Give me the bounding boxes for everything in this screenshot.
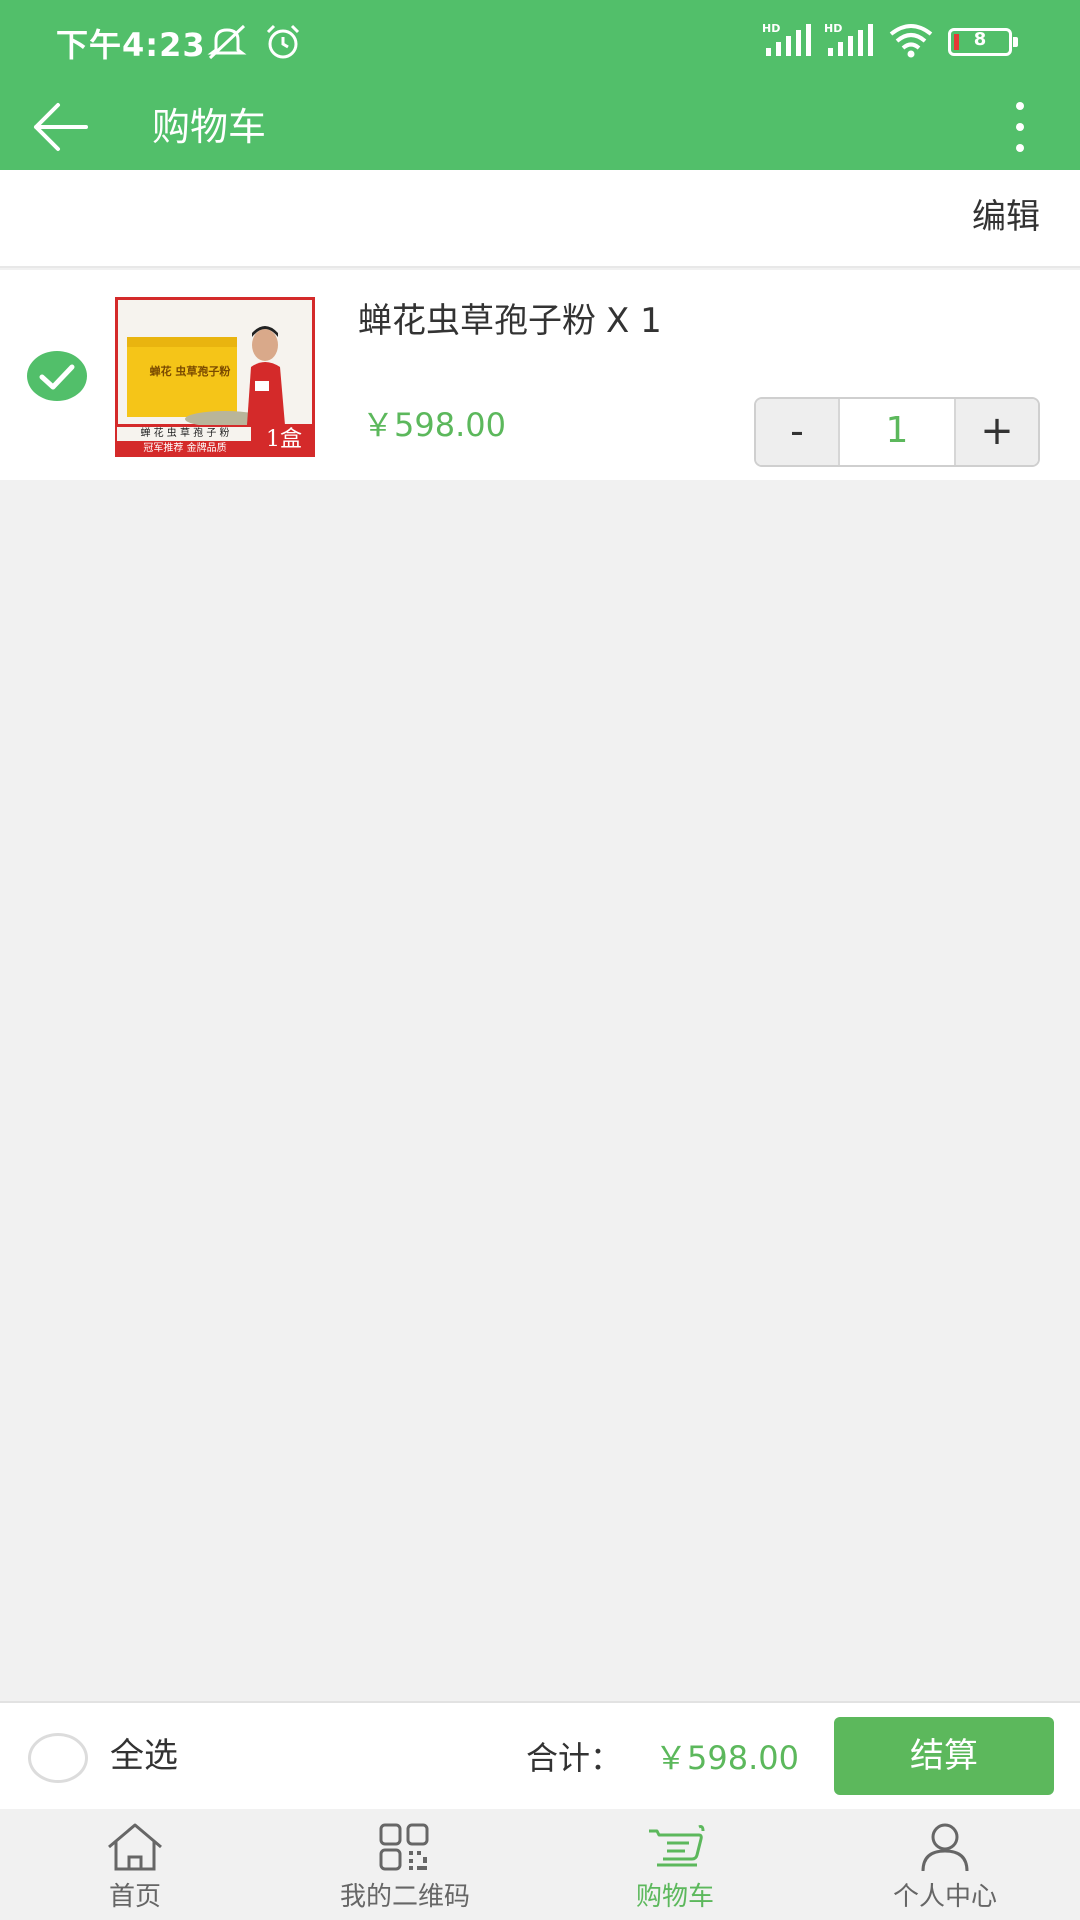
tab-cart[interactable]: 购物车 xyxy=(540,1809,810,1920)
signal-hd-2-icon: HD xyxy=(824,22,873,56)
product-image[interactable]: 蝉花 虫草孢子粉 蝉 花 虫 草 孢 子 粉 冠军推荐 金牌品质 1盒 xyxy=(115,297,315,457)
cart-item: 蝉花 虫草孢子粉 蝉 花 虫 草 孢 子 粉 冠军推荐 金牌品质 1盒 蝉花虫草… xyxy=(0,270,1080,480)
battery-level: 8 xyxy=(973,29,987,50)
back-arrow-icon[interactable] xyxy=(30,96,92,158)
wifi-icon xyxy=(889,24,933,58)
mute-icon xyxy=(207,24,247,60)
product-sub-banner: 冠军推荐 金牌品质 xyxy=(143,443,227,454)
tab-qr-code[interactable]: 我的二维码 xyxy=(270,1809,540,1920)
user-icon xyxy=(921,1823,969,1872)
battery-icon: 8 xyxy=(948,28,1018,56)
tab-label-home: 首页 xyxy=(108,1882,161,1912)
checkout-button[interactable]: 结算 xyxy=(834,1717,1054,1795)
select-all-label[interactable]: 全选 xyxy=(110,1731,178,1781)
product-qty-suffix: X 1 xyxy=(606,301,662,341)
decrease-quantity-button[interactable]: - xyxy=(756,399,840,465)
quantity-stepper: - 1 + xyxy=(754,397,1040,467)
total-value: ￥598.00 xyxy=(655,1739,799,1777)
signal-hd-1-icon: HD xyxy=(762,22,811,56)
home-icon xyxy=(108,1823,162,1871)
tab-home[interactable]: 首页 xyxy=(0,1809,270,1920)
product-box-label: 蝉花 虫草孢子粉 xyxy=(149,365,231,378)
tab-label-profile: 个人中心 xyxy=(892,1882,997,1912)
more-options-icon[interactable] xyxy=(1000,92,1040,162)
item-checked-icon[interactable] xyxy=(26,350,88,402)
app-bar: 购物车 xyxy=(0,84,1080,170)
page-title: 购物车 xyxy=(152,105,267,149)
increase-quantity-button[interactable]: + xyxy=(954,399,1038,465)
bottom-tab-bar: 首页 我的二维码 购物车 个人中心 xyxy=(0,1809,1080,1920)
qr-code-icon xyxy=(379,1823,429,1871)
product-name-line[interactable]: 蝉花虫草孢子粉 X 1 xyxy=(358,296,662,346)
edit-button[interactable]: 编辑 xyxy=(972,192,1040,242)
select-all-checkbox[interactable] xyxy=(28,1733,88,1783)
cart-summary-bar: 全选 合计： ￥598.00 结算 xyxy=(0,1701,1080,1809)
status-bar: 下午4:23 HD HD 8 xyxy=(0,0,1080,84)
svg-text:HD: HD xyxy=(762,22,780,35)
product-banner: 蝉 花 虫 草 孢 子 粉 xyxy=(140,428,230,439)
quantity-value[interactable]: 1 xyxy=(842,399,952,465)
tab-profile[interactable]: 个人中心 xyxy=(810,1809,1080,1920)
product-name: 蝉花虫草孢子粉 xyxy=(358,301,596,341)
tab-label-cart: 购物车 xyxy=(635,1882,714,1912)
total-label: 合计： xyxy=(526,1739,623,1777)
status-time: 下午4:23 xyxy=(56,26,206,64)
product-badge: 1盒 xyxy=(266,427,302,452)
svg-text:HD: HD xyxy=(824,22,842,35)
edit-bar: 编辑 xyxy=(0,170,1080,268)
tab-label-qr-code: 我的二维码 xyxy=(339,1882,470,1912)
cart-icon xyxy=(649,1825,705,1867)
alarm-icon xyxy=(266,24,300,59)
product-price: ￥598.00 xyxy=(362,406,506,444)
